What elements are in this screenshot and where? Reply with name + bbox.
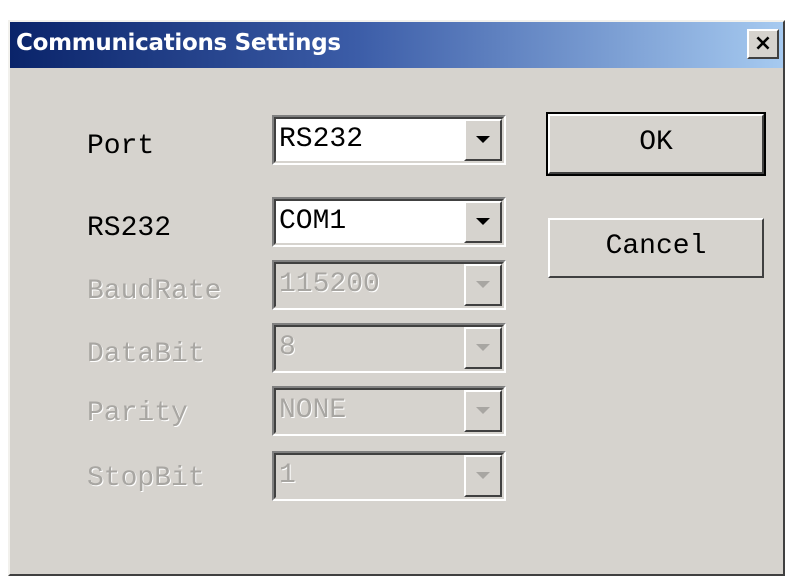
stopbit-value: 1 xyxy=(279,460,296,491)
cancel-button[interactable]: Cancel xyxy=(548,218,764,278)
databit-select: 8 xyxy=(272,323,506,373)
ok-button[interactable]: OK xyxy=(546,112,766,176)
databit-value: 8 xyxy=(279,332,296,363)
chevron-down-icon xyxy=(476,281,490,288)
port-select[interactable]: RS232 xyxy=(272,115,506,165)
chevron-down-icon xyxy=(476,472,490,479)
stopbit-select: 1 xyxy=(272,451,506,501)
port-label: Port xyxy=(87,131,155,162)
databit-label: DataBit xyxy=(87,339,205,370)
databit-dropdown-button xyxy=(464,327,502,369)
rs232-dropdown-button[interactable] xyxy=(464,201,502,243)
port-dropdown-button[interactable] xyxy=(464,119,502,161)
parity-label: Parity xyxy=(87,398,188,429)
close-icon: × xyxy=(753,31,773,56)
communications-settings-dialog: Communications Settings × Port RS232 RS2… xyxy=(8,20,785,576)
rs232-select[interactable]: COM1 xyxy=(272,197,506,247)
chevron-down-icon xyxy=(476,407,490,414)
baudrate-label: BaudRate xyxy=(87,276,222,307)
parity-select: NONE xyxy=(272,386,506,436)
chevron-down-icon xyxy=(476,344,490,351)
rs232-value: COM1 xyxy=(279,206,347,237)
parity-value: NONE xyxy=(279,395,347,426)
rs232-label: RS232 xyxy=(87,213,172,244)
baudrate-value: 115200 xyxy=(279,269,380,300)
title-bar[interactable]: Communications Settings × xyxy=(10,22,783,68)
baudrate-dropdown-button xyxy=(464,264,502,306)
port-value: RS232 xyxy=(279,124,364,155)
baudrate-select: 115200 xyxy=(272,260,506,310)
chevron-down-icon xyxy=(476,218,490,225)
dialog-title: Communications Settings xyxy=(16,30,341,56)
stopbit-label: StopBit xyxy=(87,463,205,494)
parity-dropdown-button xyxy=(464,390,502,432)
chevron-down-icon xyxy=(476,136,490,143)
close-button[interactable]: × xyxy=(747,29,779,59)
stopbit-dropdown-button xyxy=(464,455,502,497)
